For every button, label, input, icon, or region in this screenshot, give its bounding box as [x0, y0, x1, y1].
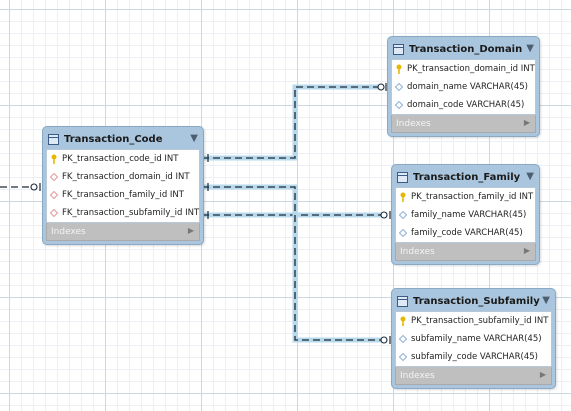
column-label: PK_transaction_family_id INT	[411, 192, 534, 202]
relation-code-subfamily[interactable]	[202, 183, 391, 344]
column-row[interactable]: FK_transaction_family_id INT	[47, 186, 199, 204]
table-header[interactable]: Transaction_Domain ▼	[391, 40, 536, 59]
column-row[interactable]: family_name VARCHAR(45)	[396, 206, 535, 224]
indexes-label: Indexes	[400, 246, 435, 257]
indexes-label: Indexes	[400, 370, 435, 381]
indexes-label: Indexes	[396, 118, 431, 129]
column-label: FK_transaction_domain_id INT	[62, 172, 190, 182]
indexes-section[interactable]: Indexes ▶	[395, 243, 536, 261]
column-diamond-icon	[394, 82, 404, 92]
column-row[interactable]: family_code VARCHAR(45)	[396, 224, 535, 242]
table-title: Transaction_Domain	[409, 44, 523, 55]
column-row[interactable]: PK_transaction_family_id INT	[396, 188, 535, 206]
column-row[interactable]: subfamily_name VARCHAR(45)	[396, 330, 551, 348]
table-header[interactable]: Transaction_Code ▼	[46, 130, 200, 149]
column-row[interactable]: PK_transaction_domain_id INT	[392, 60, 535, 78]
table-transaction-family[interactable]: Transaction_Family ▼ PK_transaction_fami…	[391, 164, 540, 265]
column-label: FK_transaction_subfamily_id INT	[62, 208, 200, 218]
fk-diamond-icon	[49, 190, 59, 200]
column-label: subfamily_code VARCHAR(45)	[411, 352, 538, 362]
column-diamond-icon	[398, 352, 408, 362]
column-row[interactable]: FK_transaction_subfamily_id INT	[47, 204, 199, 222]
relation-code-domain[interactable]	[202, 83, 387, 162]
column-label: domain_name VARCHAR(45)	[407, 82, 528, 92]
column-diamond-icon	[398, 210, 408, 220]
column-diamond-icon	[398, 228, 408, 238]
column-label: PK_transaction_domain_id INT	[407, 64, 535, 74]
column-list: PK_transaction_domain_id INT domain_name…	[391, 59, 536, 115]
collapse-triangle-icon[interactable]: ▼	[542, 295, 550, 306]
column-label: family_name VARCHAR(45)	[411, 210, 527, 220]
collapse-triangle-icon[interactable]: ▼	[526, 43, 534, 54]
indexes-section[interactable]: Indexes ▶	[395, 367, 552, 385]
table-icon	[393, 44, 404, 55]
column-diamond-icon	[398, 334, 408, 344]
expand-arrow-icon[interactable]: ▶	[524, 118, 530, 127]
column-list: PK_transaction_subfamily_id INT subfamil…	[395, 311, 552, 367]
column-row[interactable]: PK_transaction_subfamily_id INT	[396, 312, 551, 330]
column-list: PK_transaction_family_id INT family_name…	[395, 187, 536, 243]
column-diamond-icon	[394, 100, 404, 110]
optional-mark	[377, 83, 385, 91]
column-row[interactable]: domain_code VARCHAR(45)	[392, 96, 535, 114]
column-label: subfamily_name VARCHAR(45)	[411, 334, 542, 344]
table-icon	[48, 134, 59, 145]
indexes-section[interactable]: Indexes ▶	[391, 115, 536, 133]
column-row[interactable]: domain_name VARCHAR(45)	[392, 78, 535, 96]
column-label: PK_transaction_code_id INT	[62, 154, 179, 164]
optional-mark	[30, 183, 38, 191]
optional-mark	[380, 211, 388, 219]
collapse-triangle-icon[interactable]: ▼	[190, 133, 198, 144]
key-icon	[394, 64, 404, 74]
table-transaction-code[interactable]: Transaction_Code ▼ PK_transaction_code_i…	[42, 126, 204, 245]
key-icon	[398, 316, 408, 326]
column-label: PK_transaction_subfamily_id INT	[411, 316, 549, 326]
expand-arrow-icon[interactable]: ▶	[540, 370, 546, 379]
table-icon	[397, 172, 408, 183]
table-icon	[397, 296, 408, 307]
key-icon	[49, 154, 59, 164]
table-header[interactable]: Transaction_Subfamily ▼	[395, 292, 552, 311]
table-transaction-subfamily[interactable]: Transaction_Subfamily ▼ PK_transaction_s…	[391, 288, 556, 389]
column-list: PK_transaction_code_id INT FK_transactio…	[46, 149, 200, 223]
column-row[interactable]: subfamily_code VARCHAR(45)	[396, 348, 551, 366]
expand-arrow-icon[interactable]: ▶	[524, 246, 530, 255]
table-title: Transaction_Family	[413, 172, 521, 183]
relation-offscreen-left[interactable]	[0, 183, 41, 191]
indexes-label: Indexes	[51, 226, 86, 237]
column-label: FK_transaction_family_id INT	[62, 190, 184, 200]
fk-diamond-icon	[49, 172, 59, 182]
optional-mark	[380, 336, 388, 344]
relation-code-family[interactable]	[202, 211, 391, 219]
table-title: Transaction_Subfamily	[413, 296, 540, 307]
table-title: Transaction_Code	[64, 134, 163, 145]
column-label: domain_code VARCHAR(45)	[407, 100, 525, 110]
column-row[interactable]: PK_transaction_code_id INT	[47, 150, 199, 168]
table-header[interactable]: Transaction_Family ▼	[395, 168, 536, 187]
key-icon	[398, 192, 408, 202]
collapse-triangle-icon[interactable]: ▼	[526, 171, 534, 182]
table-transaction-domain[interactable]: Transaction_Domain ▼ PK_transaction_doma…	[387, 36, 540, 137]
expand-arrow-icon[interactable]: ▶	[188, 226, 194, 235]
column-row[interactable]: FK_transaction_domain_id INT	[47, 168, 199, 186]
fk-diamond-icon	[49, 208, 59, 218]
column-label: family_code VARCHAR(45)	[411, 228, 523, 238]
indexes-section[interactable]: Indexes ▶	[46, 223, 200, 241]
